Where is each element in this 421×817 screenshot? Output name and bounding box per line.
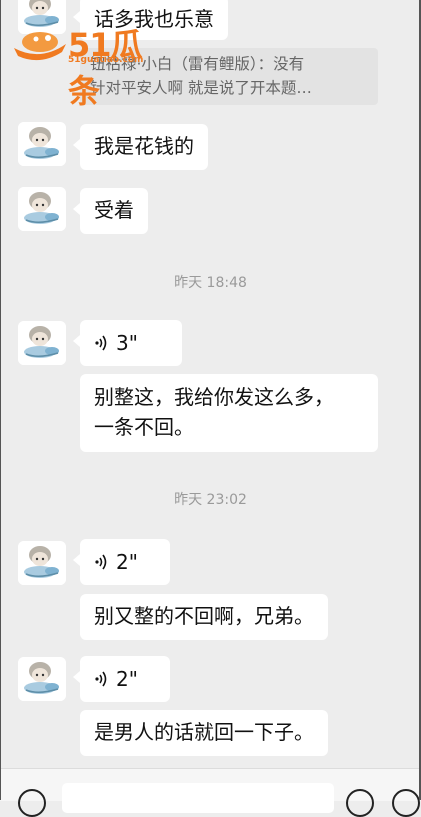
voice-duration: 2" [116, 667, 138, 691]
quote-line: 针对平安人啊 就是说了开本题… [90, 79, 312, 97]
message-bubble[interactable]: 我是花钱的 [73, 124, 208, 170]
message-input[interactable] [62, 783, 334, 813]
avatar[interactable] [18, 657, 66, 701]
input-bar [0, 768, 421, 817]
voice-wave-icon [95, 335, 107, 351]
avatar[interactable] [18, 321, 66, 365]
voice-duration: 3" [116, 331, 138, 355]
message-text: 话多我也乐意 [94, 7, 214, 31]
message-bubble[interactable]: 话多我也乐意 [73, 0, 228, 40]
message-text: 我是花钱的 [94, 134, 194, 158]
voice-wave-icon [95, 554, 107, 570]
message-bubble[interactable]: 受着 [73, 188, 148, 234]
voice-message[interactable]: 3" [73, 320, 182, 366]
message-text: 别又整的不回啊，兄弟。 [94, 604, 314, 628]
avatar[interactable] [18, 187, 66, 231]
emoji-icon[interactable] [346, 789, 374, 817]
message-text: 受着 [94, 198, 134, 222]
avatar[interactable] [18, 0, 66, 34]
avatar[interactable] [18, 541, 66, 585]
quoted-message[interactable]: 钮祜禄·小白（雷有鲤版）：没有 针对平安人啊 就是说了开本题… [80, 48, 378, 105]
timestamp: 昨天 23:02 [174, 492, 247, 508]
plus-icon[interactable] [392, 789, 420, 817]
message-text: 别整这，我给你发这么多， [94, 385, 334, 409]
voice-duration: 2" [116, 550, 138, 574]
quote-line: 钮祜禄·小白（雷有鲤版）：没有 [90, 55, 305, 73]
message-bubble[interactable]: 别又整的不回啊，兄弟。 [80, 594, 328, 640]
voice-toggle-icon[interactable] [18, 789, 46, 817]
message-bubble[interactable]: 别整这，我给你发这么多， 一条不回。 [80, 374, 378, 452]
voice-wave-icon [95, 671, 107, 687]
timestamp: 昨天 18:48 [174, 275, 247, 291]
voice-message[interactable]: 2" [73, 656, 170, 702]
message-bubble[interactable]: 是男人的话就回一下子。 [80, 710, 328, 756]
avatar[interactable] [18, 122, 66, 166]
message-text: 一条不回。 [94, 415, 194, 439]
voice-message[interactable]: 2" [73, 539, 170, 585]
message-text: 是男人的话就回一下子。 [94, 720, 314, 744]
frame-border [0, 0, 1, 800]
